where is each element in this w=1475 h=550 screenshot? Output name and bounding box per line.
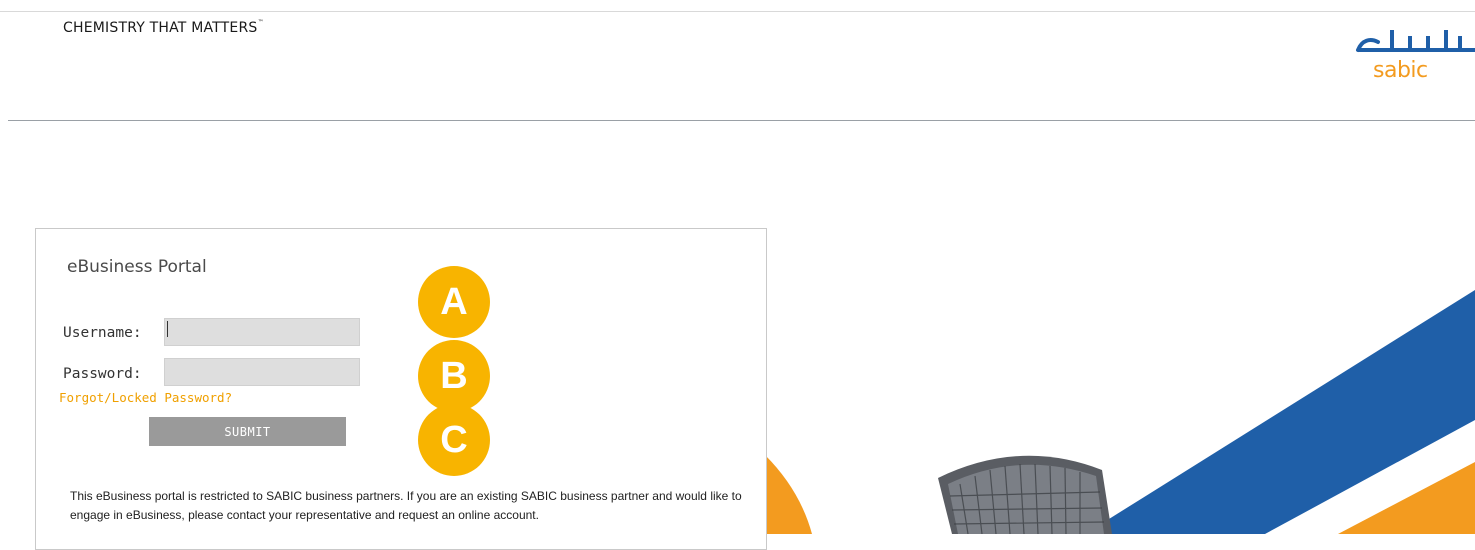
password-label: Password: [63,366,142,382]
submit-button[interactable]: SUBMIT [149,417,346,446]
username-label: Username: [63,325,142,341]
annotation-badge-b: B [418,340,490,412]
office-chair-image [938,455,1112,534]
forgot-password-link[interactable]: Forgot/Locked Password? [59,390,232,405]
annotation-badge-a: A [418,266,490,338]
text-cursor [167,321,168,337]
annotation-badge-c: C [418,404,490,476]
access-disclaimer: This eBusiness portal is restricted to S… [70,489,742,522]
login-panel: eBusiness Portal Username: Password: For… [35,228,767,550]
orange-arc-shape [765,455,812,534]
password-input[interactable] [164,358,360,386]
username-input[interactable] [164,318,360,346]
portal-title: eBusiness Portal [67,257,207,277]
